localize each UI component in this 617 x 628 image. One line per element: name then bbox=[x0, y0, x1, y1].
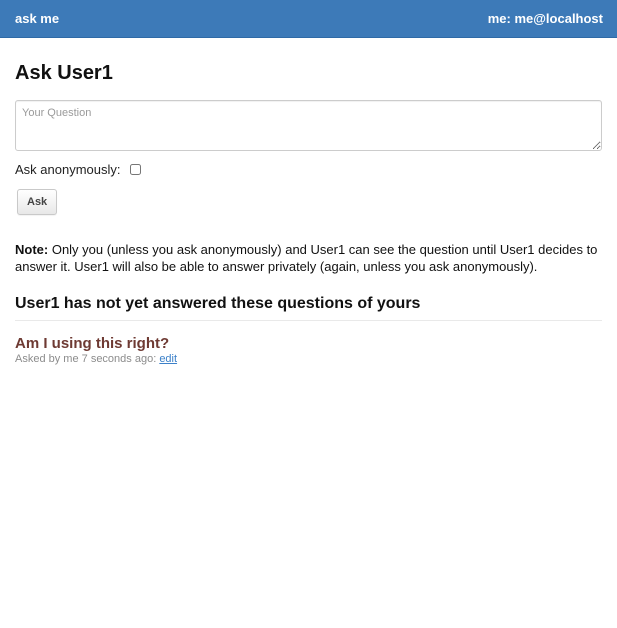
note-label: Note: bbox=[15, 242, 49, 257]
page-title: Ask User1 bbox=[15, 62, 113, 84]
anonymous-row: Ask anonymously: bbox=[15, 160, 602, 178]
note-paragraph: Note: Only you (unless you ask anonymous… bbox=[15, 241, 602, 275]
ask-button[interactable]: Ask bbox=[17, 189, 58, 215]
top-navbar: ask me me: me@localhost bbox=[0, 0, 617, 38]
question-input[interactable] bbox=[15, 100, 602, 151]
brand-link[interactable]: ask me bbox=[15, 11, 59, 26]
question-meta-text: Asked by me 7 seconds ago: bbox=[15, 353, 160, 365]
current-user-link[interactable]: me: me@localhost bbox=[488, 11, 603, 26]
question-item: Am I using this right? Asked by me 7 sec… bbox=[15, 335, 602, 366]
edit-link[interactable]: edit bbox=[159, 353, 177, 365]
note-text: Only you (unless you ask anonymously) an… bbox=[15, 242, 598, 274]
main-content: Ask User1 Ask anonymously: Ask Note: Onl… bbox=[0, 61, 617, 366]
anonymous-label: Ask anonymously: bbox=[15, 161, 121, 177]
anonymous-checkbox[interactable] bbox=[129, 163, 141, 175]
question-title-link[interactable]: Am I using this right? bbox=[15, 335, 602, 352]
unanswered-heading: User1 has not yet answered these questio… bbox=[15, 295, 602, 321]
question-meta: Asked by me 7 seconds ago: edit bbox=[15, 352, 602, 366]
